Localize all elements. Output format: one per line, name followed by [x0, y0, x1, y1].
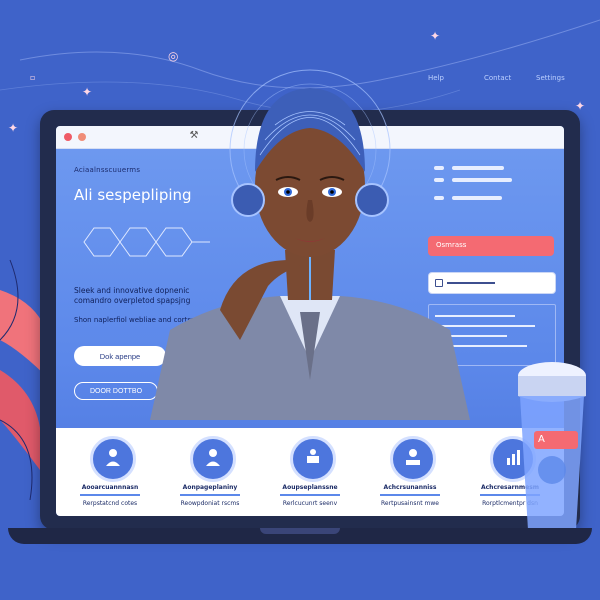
feature-row: Aooarcuannnasn Rerpstatcnd cotes Aonpage…: [56, 428, 564, 516]
feature-underline: [280, 494, 340, 496]
feature-subtitle: Rerlcucunrt seenv: [282, 500, 338, 507]
sparkle-icon: ✦: [82, 85, 93, 99]
feature-card[interactable]: Achcrsunanniss Rertpusainsnt mwe: [362, 436, 458, 508]
feature-title: Aooarcuannnasn: [81, 484, 139, 491]
feature-underline: [380, 494, 440, 496]
laptop-user-icon: [290, 436, 336, 482]
feature-title: Aonpageplaniny: [182, 484, 238, 491]
close-dot[interactable]: [64, 133, 72, 141]
person-icon: [190, 436, 236, 482]
feature-subtitle: Rertpusainsnt mwe: [381, 500, 439, 507]
feature-card[interactable]: Aonpageplaniny Reowpdoniat rscms: [162, 436, 258, 508]
sparkle-icon: ✦: [430, 29, 441, 43]
feature-underline: [180, 494, 240, 496]
minimize-dot[interactable]: [78, 133, 86, 141]
feature-subtitle: Reowpdoniat rscms: [180, 500, 240, 507]
person-icon: [90, 436, 136, 482]
sparkle-icon: ✦: [8, 121, 19, 135]
laptop-base-lip: [260, 528, 340, 534]
small-square-icon: ▫: [30, 73, 36, 82]
feature-subtitle: Rerpstatcnd cotes: [82, 500, 138, 507]
person-laptop-icon: [390, 436, 436, 482]
smart-cup-device: [518, 362, 586, 534]
nav-label[interactable]: Contact: [484, 74, 511, 82]
hero-eyebrow: Aciaalnsscuuerms: [74, 166, 141, 174]
feature-title: Achcrsunanniss: [383, 484, 437, 491]
cup-label: A: [534, 431, 578, 449]
feature-underline: [80, 494, 140, 496]
feature-title: Aoupseplanssne: [282, 484, 338, 491]
nav-label[interactable]: Settings: [536, 74, 565, 82]
feature-card[interactable]: Aooarcuannnasn Rerpstatcnd cotes: [62, 436, 158, 508]
feature-card[interactable]: Aoupseplanssne Rerlcucunrt seenv: [262, 436, 358, 508]
ai-woman-illustration: [150, 69, 470, 420]
